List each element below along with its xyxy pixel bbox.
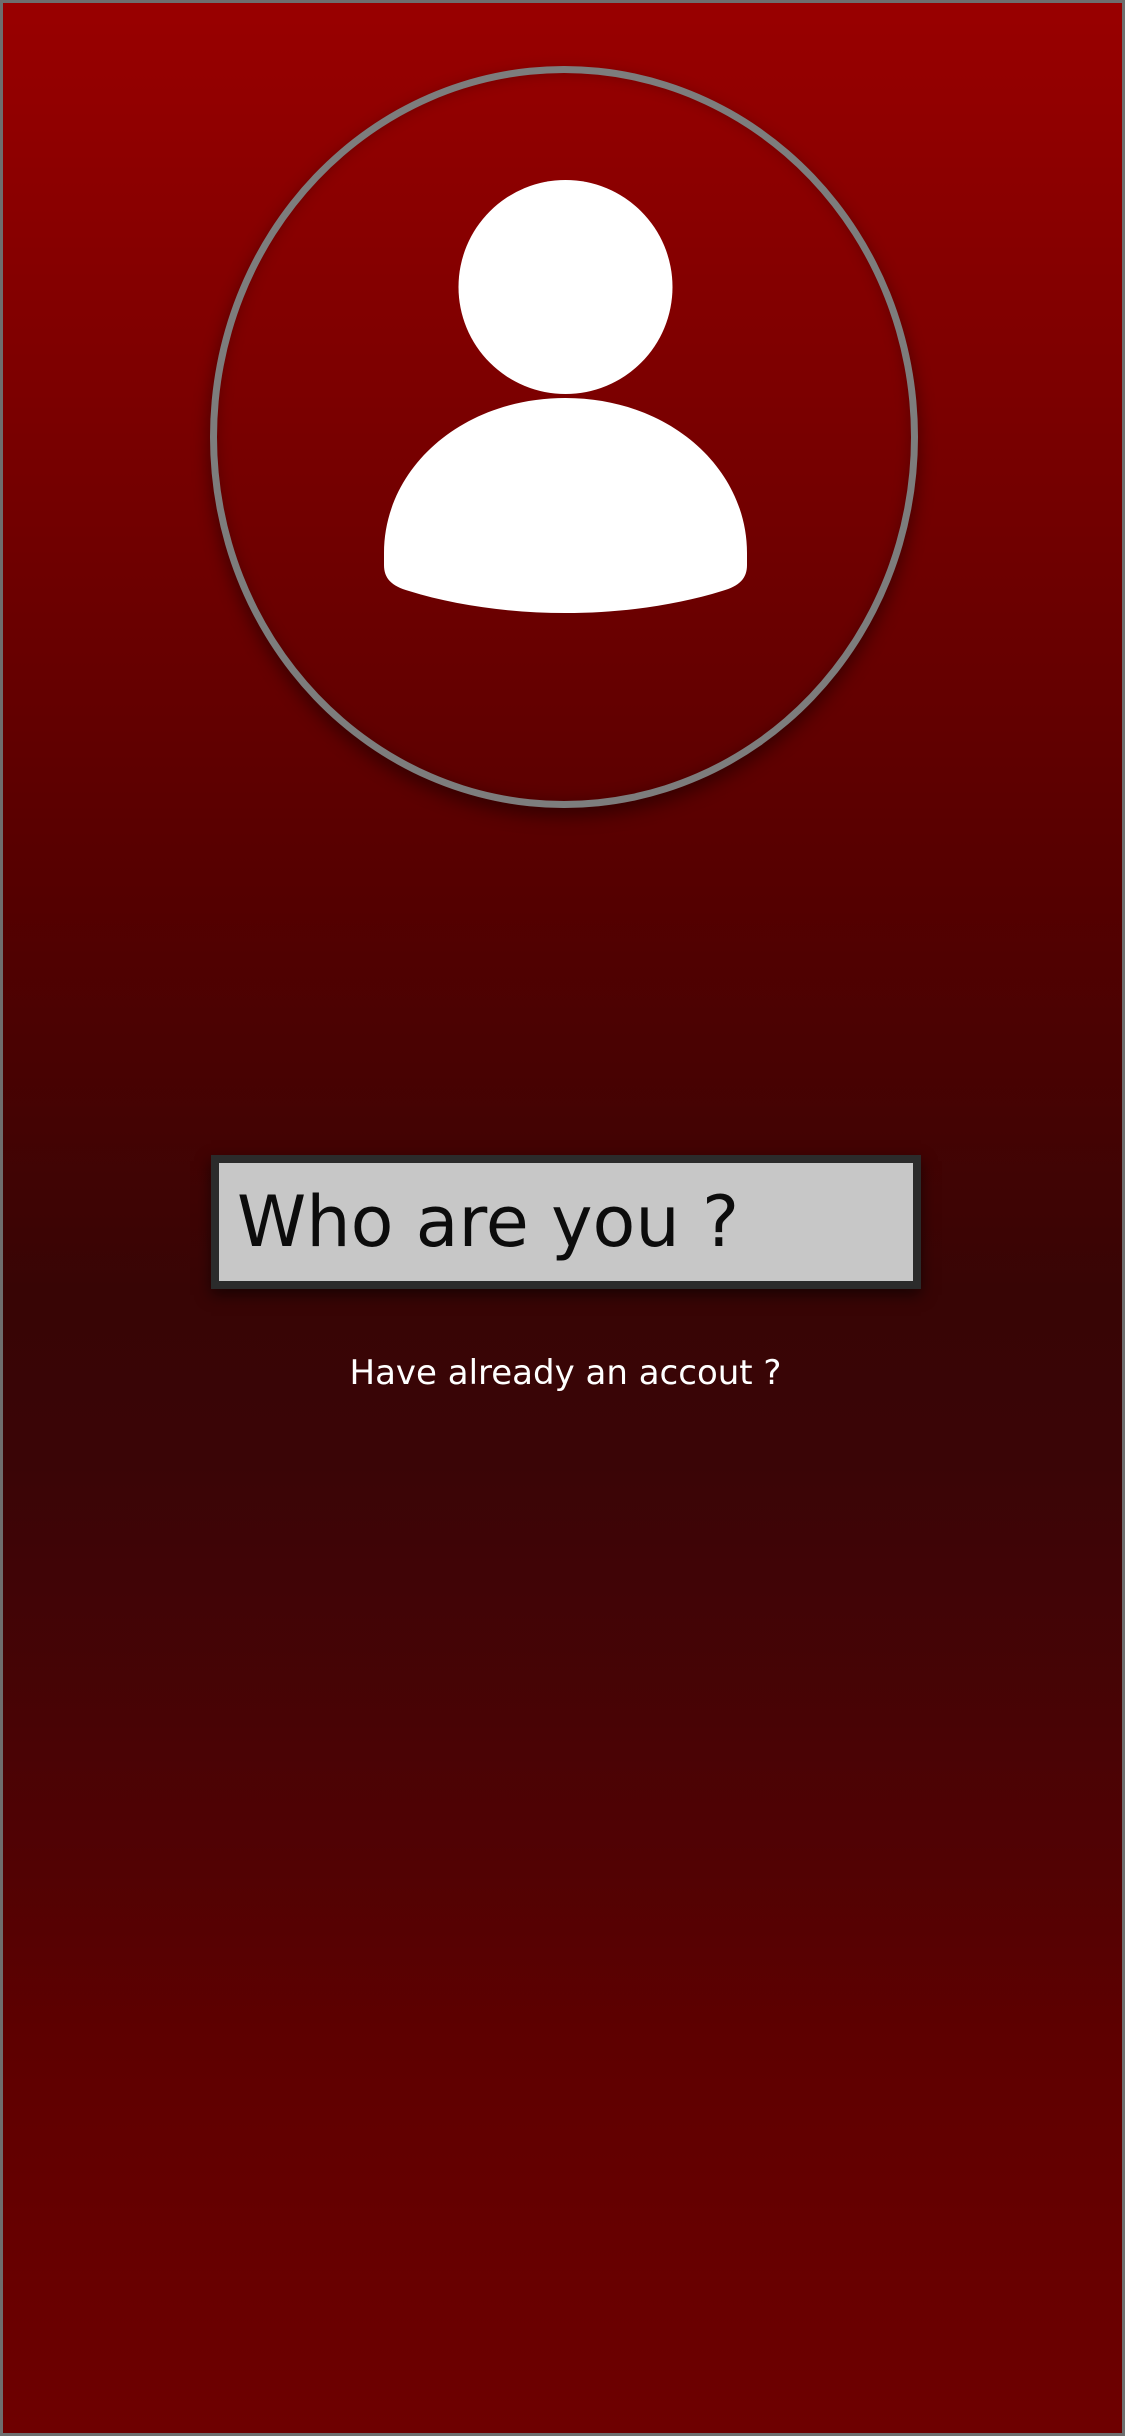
have-account-link[interactable]: Have already an accout ? [3, 1350, 1122, 1396]
login-screen: Have already an accout ? [0, 0, 1125, 2436]
user-silhouette-icon [384, 180, 747, 613]
avatar-body [384, 398, 747, 613]
name-input[interactable] [211, 1155, 921, 1289]
avatar-head [458, 180, 673, 394]
